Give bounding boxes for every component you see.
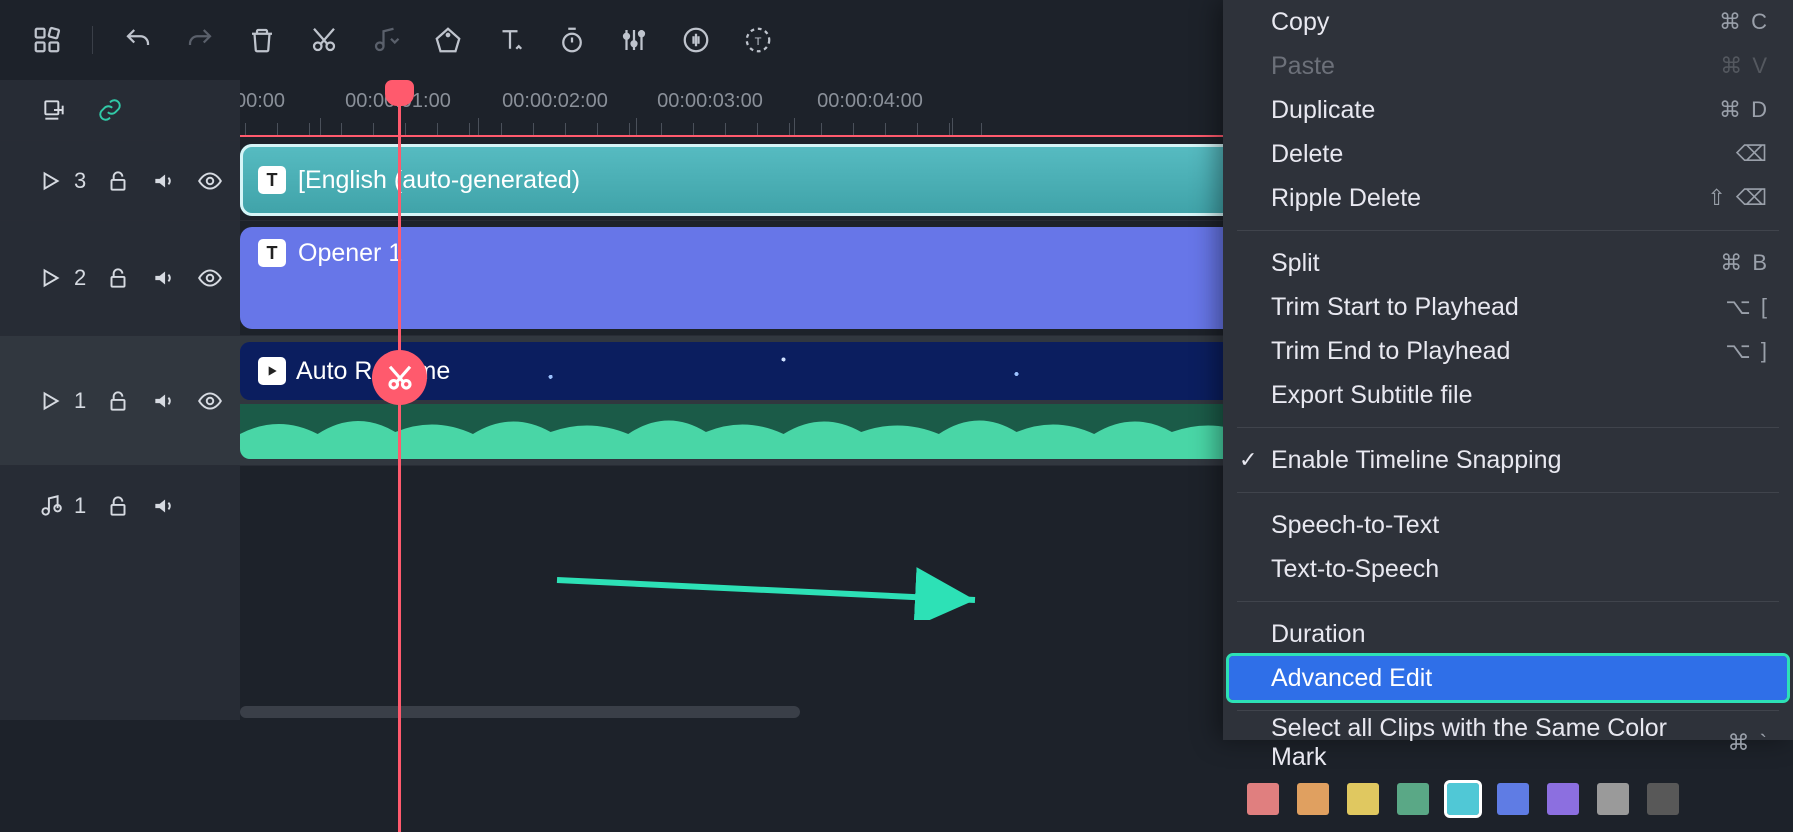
ctx-item-paste: Paste⌘ V	[1223, 44, 1793, 88]
color-swatch[interactable]	[1297, 783, 1329, 815]
ctx-separator	[1237, 601, 1779, 602]
speaker-icon[interactable]	[150, 493, 178, 519]
ctx-item-text-to-speech[interactable]: Text-to-Speech	[1223, 547, 1793, 591]
ctx-item-advanced-edit[interactable]: Advanced Edit	[1229, 656, 1787, 700]
ctx-separator	[1237, 492, 1779, 493]
add-track-icon[interactable]	[40, 97, 68, 123]
svg-text:T: T	[755, 36, 762, 48]
lock-icon[interactable]	[104, 388, 132, 414]
link-icon[interactable]	[96, 97, 124, 123]
toolbar-separator	[92, 26, 93, 54]
ctx-item-enable-timeline-snapping[interactable]: ✓Enable Timeline Snapping	[1223, 438, 1793, 482]
eye-icon[interactable]	[196, 388, 224, 414]
speaker-icon[interactable]	[150, 265, 178, 291]
ctx-item-delete[interactable]: Delete⌫	[1223, 132, 1793, 176]
lock-icon[interactable]	[104, 168, 132, 194]
sub-sync-icon[interactable]: T	[741, 23, 775, 57]
clip-label: [English (auto-generated)	[298, 166, 580, 195]
ctx-item-split[interactable]: Split⌘ B	[1223, 241, 1793, 285]
color-swatch[interactable]	[1447, 783, 1479, 815]
ctx-item-duration[interactable]: Duration	[1223, 612, 1793, 656]
playhead[interactable]	[398, 80, 401, 832]
ctx-item-export-subtitle-file[interactable]: Export Subtitle file	[1223, 373, 1793, 417]
track-type-icon	[36, 265, 64, 291]
ctx-item-duplicate[interactable]: Duplicate⌘ D	[1223, 88, 1793, 132]
redo-icon[interactable]	[183, 23, 217, 57]
ruler-tick: 00:00:02:00	[502, 90, 608, 113]
text-clip-icon: T	[258, 166, 286, 194]
ctx-separator	[1237, 710, 1779, 711]
track-type-icon	[36, 168, 64, 194]
ctx-item-copy[interactable]: Copy⌘ C	[1223, 0, 1793, 44]
text-icon[interactable]	[493, 23, 527, 57]
check-icon: ✓	[1239, 447, 1257, 473]
track-number: 1	[74, 493, 86, 519]
color-swatch[interactable]	[1347, 783, 1379, 815]
ctx-separator	[1237, 427, 1779, 428]
ctx-item-trim-end-to-playhead[interactable]: Trim End to Playhead⌥ ]	[1223, 329, 1793, 373]
ctx-item-ripple-delete[interactable]: Ripple Delete⇧ ⌫	[1223, 176, 1793, 220]
color-swatch[interactable]	[1647, 783, 1679, 815]
ctx-item-trim-start-to-playhead[interactable]: Trim Start to Playhead⌥ [	[1223, 285, 1793, 329]
color-swatches	[1223, 765, 1793, 815]
track-number: 1	[74, 388, 86, 414]
eye-icon[interactable]	[196, 265, 224, 291]
scrollbar-thumb[interactable]	[240, 706, 800, 718]
stopwatch-icon[interactable]	[555, 23, 589, 57]
ctx-item-select-all-clips-with-the-same-color-mark[interactable]: Select all Clips with the Same Color Mar…	[1223, 721, 1793, 765]
color-swatch[interactable]	[1247, 783, 1279, 815]
eye-icon[interactable]	[196, 168, 224, 194]
tag-icon[interactable]	[431, 23, 465, 57]
color-swatch[interactable]	[1397, 783, 1429, 815]
music-drop-icon[interactable]	[369, 23, 403, 57]
track-type-icon	[36, 388, 64, 414]
lock-icon[interactable]	[104, 493, 132, 519]
ruler-tick: 00:00:04:00	[817, 90, 923, 113]
speaker-icon[interactable]	[150, 168, 178, 194]
context-menu: Copy⌘ CPaste⌘ VDuplicate⌘ DDelete⌫Ripple…	[1223, 0, 1793, 740]
track-headers: 3 2 1 1	[0, 80, 240, 720]
playhead-handle[interactable]	[385, 80, 414, 106]
color-swatch[interactable]	[1547, 783, 1579, 815]
sliders-icon[interactable]	[617, 23, 651, 57]
ruler-tick: 00:00	[240, 90, 285, 113]
play-clip-icon	[258, 357, 286, 385]
lock-icon[interactable]	[104, 265, 132, 291]
playhead-split-bubble[interactable]	[372, 350, 427, 405]
track-number: 3	[74, 168, 86, 194]
speaker-icon[interactable]	[150, 388, 178, 414]
audio-denoise-icon[interactable]	[679, 23, 713, 57]
delete-icon[interactable]	[245, 23, 279, 57]
ctx-separator	[1237, 230, 1779, 231]
ctx-item-speech-to-text[interactable]: Speech-to-Text	[1223, 503, 1793, 547]
color-swatch[interactable]	[1497, 783, 1529, 815]
apps-icon[interactable]	[30, 23, 64, 57]
undo-icon[interactable]	[121, 23, 155, 57]
track-number: 2	[74, 265, 86, 291]
music-track-icon	[36, 493, 64, 519]
clip-label: Opener 1	[298, 239, 402, 268]
cut-icon[interactable]	[307, 23, 341, 57]
ruler-tick: 00:00:03:00	[657, 90, 763, 113]
text-clip-icon: T	[258, 239, 286, 267]
color-swatch[interactable]	[1597, 783, 1629, 815]
